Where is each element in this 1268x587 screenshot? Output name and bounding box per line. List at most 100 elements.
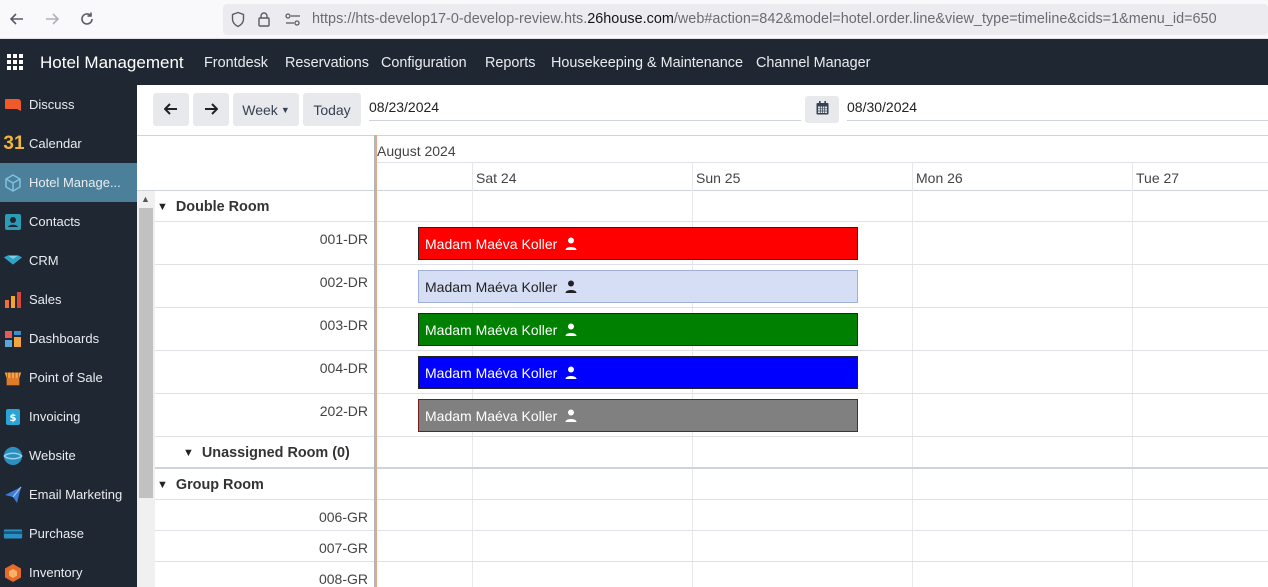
- row-divider: [155, 436, 1268, 437]
- person-icon: [565, 323, 577, 336]
- svg-text:$: $: [10, 413, 17, 424]
- scroll-up-icon[interactable]: ▲: [141, 194, 150, 204]
- day-divider: [1132, 162, 1133, 587]
- booking-bar[interactable]: Madam Maéva Koller: [418, 227, 858, 260]
- caret-down-icon: ▼: [183, 447, 194, 459]
- start-date-input[interactable]: 08/23/2024: [369, 99, 801, 121]
- booking-bar[interactable]: Madam Maéva Koller: [418, 399, 858, 432]
- calendar-icon: 31: [3, 132, 25, 154]
- sidebar-item-point-of-sale[interactable]: Point of Sale: [0, 358, 137, 397]
- group-double-room[interactable]: ▼ Double Room: [155, 192, 269, 222]
- discuss-icon: [3, 95, 23, 115]
- scale-dropdown[interactable]: Week ▼: [233, 93, 299, 126]
- booking-bar[interactable]: Madam Maéva Koller: [418, 313, 858, 346]
- pos-icon: [3, 368, 23, 388]
- permissions-icon[interactable]: [284, 11, 302, 31]
- purchase-icon: [3, 524, 23, 544]
- sidebar-item-hotel-management[interactable]: Hotel Manage...: [0, 163, 137, 202]
- browser-back-icon[interactable]: [5, 8, 29, 30]
- email-marketing-icon: [3, 485, 23, 505]
- caret-down-icon: ▼: [157, 201, 168, 213]
- row-divider: [155, 350, 1268, 351]
- room-label: 007-GR: [318, 540, 368, 556]
- previous-period-button[interactable]: [153, 93, 189, 126]
- sales-icon: [3, 290, 23, 310]
- vertical-scrollbar[interactable]: ▲: [137, 191, 155, 587]
- today-button[interactable]: Today: [303, 93, 361, 126]
- scale-label: Week: [242, 101, 278, 118]
- month-header: August 2024: [377, 143, 456, 159]
- room-label: 202-DR: [319, 403, 368, 419]
- browser-toolbar: https://hts-develop17-0-develop-review.h…: [0, 0, 1268, 39]
- invoicing-icon: $: [3, 407, 23, 427]
- row-divider: [155, 307, 1268, 308]
- calendar-picker-button[interactable]: [805, 96, 839, 123]
- shield-icon[interactable]: [230, 11, 246, 31]
- booking-bar[interactable]: Madam Maéva Koller: [418, 270, 858, 303]
- contacts-icon: [3, 212, 23, 232]
- group-unassigned-room[interactable]: ▼ Unassigned Room (0): [181, 438, 350, 468]
- scrollbar-thumb[interactable]: [139, 208, 153, 498]
- sidebar-item-sales[interactable]: Sales: [0, 280, 137, 319]
- arrow-left-icon: [163, 102, 178, 118]
- group-group-room[interactable]: ▼ Group Room: [155, 470, 264, 500]
- browser-forward-icon[interactable]: [40, 8, 64, 30]
- day-header: Mon 26: [916, 170, 963, 186]
- sidebar-item-purchase[interactable]: Purchase: [0, 514, 137, 553]
- hotel-cube-icon: [3, 173, 23, 193]
- sidebar-item-discuss[interactable]: Discuss: [0, 85, 137, 124]
- crm-icon: [3, 251, 23, 271]
- day-header: Sat 24: [476, 170, 517, 186]
- person-icon: [565, 237, 577, 250]
- row-divider: [155, 264, 1268, 265]
- menu-housekeeping[interactable]: Housekeeping & Maintenance: [551, 55, 743, 71]
- room-label: 002-DR: [319, 274, 368, 290]
- row-divider: [155, 499, 1268, 500]
- menu-channel-manager[interactable]: Channel Manager: [756, 55, 870, 71]
- address-bar[interactable]: https://hts-develop17-0-develop-review.h…: [223, 4, 1268, 35]
- url-text[interactable]: https://hts-develop17-0-develop-review.h…: [312, 11, 1217, 27]
- menu-frontdesk[interactable]: Frontdesk: [204, 55, 268, 71]
- room-label: 006-GR: [318, 509, 368, 525]
- booking-bar[interactable]: Madam Maéva Koller: [418, 356, 858, 389]
- next-period-button[interactable]: [193, 93, 229, 126]
- header-divider: [375, 162, 1268, 163]
- menu-configuration[interactable]: Configuration: [381, 55, 467, 71]
- day-divider: [912, 162, 913, 587]
- sidebar-item-invoicing[interactable]: $ Invoicing: [0, 397, 137, 436]
- current-time-marker: [375, 135, 377, 587]
- lock-icon[interactable]: [257, 11, 271, 31]
- sidebar-item-inventory[interactable]: Inventory: [0, 553, 137, 587]
- end-date-input[interactable]: 08/30/2024: [847, 99, 1268, 121]
- day-header: Sun 25: [696, 170, 741, 186]
- caret-down-icon: ▼: [280, 104, 290, 115]
- day-header: Tue 27: [1136, 170, 1180, 186]
- person-icon: [565, 409, 577, 422]
- caret-down-icon: ▼: [157, 479, 168, 491]
- sidebar-item-website[interactable]: Website: [0, 436, 137, 475]
- arrow-right-icon: [204, 102, 219, 118]
- apps-menu-icon[interactable]: [7, 54, 23, 70]
- room-label: 003-DR: [319, 317, 368, 333]
- row-divider: [155, 221, 1268, 222]
- row-divider: [155, 393, 1268, 394]
- room-label: 008-GR: [318, 571, 368, 587]
- browser-reload-icon[interactable]: [75, 8, 99, 30]
- inventory-icon: [3, 563, 23, 583]
- sidebar-item-contacts[interactable]: Contacts: [0, 202, 137, 241]
- person-icon: [565, 366, 577, 379]
- row-divider: [155, 561, 1268, 562]
- sidebar-item-crm[interactable]: CRM: [0, 241, 137, 280]
- sidebar-item-calendar[interactable]: 31 Calendar: [0, 124, 137, 163]
- menu-reservations[interactable]: Reservations: [285, 55, 369, 71]
- top-navbar: Hotel Management Frontdesk Reservations …: [0, 39, 1268, 85]
- menu-reports[interactable]: Reports: [485, 55, 535, 71]
- app-title[interactable]: Hotel Management: [40, 53, 184, 73]
- sidebar-item-email-marketing[interactable]: Email Marketing: [0, 475, 137, 514]
- person-icon: [565, 280, 577, 293]
- row-divider: [155, 530, 1268, 531]
- room-label: 001-DR: [319, 231, 368, 247]
- sidebar-item-dashboards[interactable]: Dashboards: [0, 319, 137, 358]
- room-label: 004-DR: [319, 360, 368, 376]
- apps-sidebar: Discuss 31 Calendar Hotel Manage... Cont…: [0, 85, 137, 587]
